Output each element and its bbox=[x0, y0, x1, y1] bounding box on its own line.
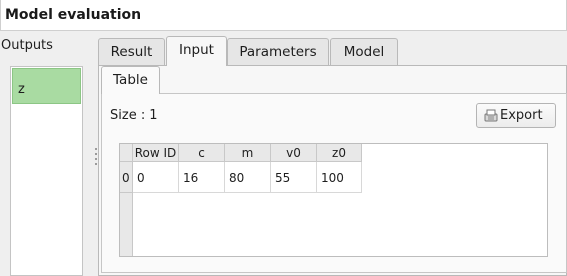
column-header-z0[interactable]: z0 bbox=[317, 144, 362, 162]
table-cell[interactable]: 0 bbox=[133, 162, 179, 193]
table-cell[interactable]: 80 bbox=[225, 162, 271, 193]
size-info: Size :1 bbox=[110, 108, 157, 123]
size-value: 1 bbox=[149, 108, 158, 123]
subtab-table[interactable]: Table bbox=[101, 66, 160, 94]
tab-input[interactable]: Input bbox=[166, 36, 227, 66]
window-title: Model evaluation bbox=[5, 7, 142, 23]
table-cell[interactable]: 100 bbox=[317, 162, 362, 193]
tab-result[interactable]: Result bbox=[98, 38, 165, 65]
column-header-v0[interactable]: v0 bbox=[271, 144, 317, 162]
row-header-0[interactable]: 0 bbox=[120, 162, 133, 193]
export-icon bbox=[483, 108, 499, 124]
outputs-list[interactable]: z bbox=[10, 66, 83, 276]
table-cell[interactable]: 16 bbox=[179, 162, 225, 193]
export-label: Export bbox=[500, 108, 543, 123]
window-title-bar: Model evaluation bbox=[0, 0, 567, 31]
outputs-item-z[interactable]: z bbox=[12, 68, 81, 104]
column-header-m[interactable]: m bbox=[225, 144, 271, 162]
row-header-gutter bbox=[120, 193, 133, 256]
tab-model[interactable]: Model bbox=[330, 38, 398, 65]
tab-parameters[interactable]: Parameters bbox=[227, 38, 329, 65]
table-cell[interactable]: 55 bbox=[271, 162, 317, 193]
export-button[interactable]: Export bbox=[476, 103, 556, 128]
outputs-label: Outputs bbox=[1, 38, 53, 53]
size-label: Size : bbox=[110, 108, 146, 123]
column-header-c[interactable]: c bbox=[179, 144, 225, 162]
input-table[interactable]: Row ID c m v0 z0 0 0 16 80 55 100 bbox=[119, 143, 548, 257]
table-corner[interactable] bbox=[120, 144, 133, 162]
column-header-row-id[interactable]: Row ID bbox=[133, 144, 179, 162]
